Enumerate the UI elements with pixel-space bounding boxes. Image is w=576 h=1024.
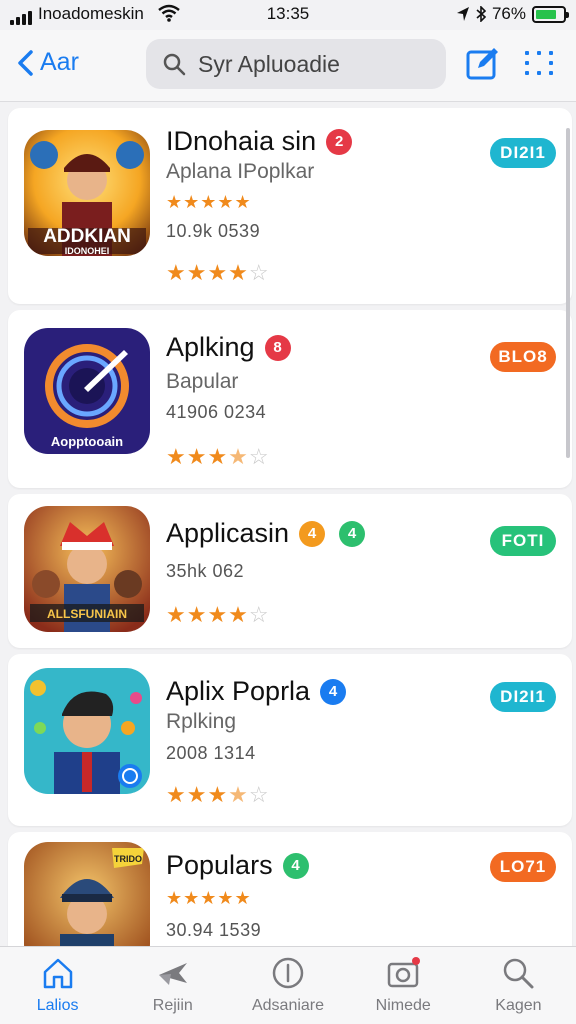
- navigation-bar: Aar Syr Apluoadie: [0, 30, 576, 102]
- tab-rejiin[interactable]: Rejiin: [115, 947, 230, 1024]
- tab-adsaniare[interactable]: Adsaniare: [230, 947, 345, 1024]
- app-icon: ADDKIAN IDONOHEI: [24, 130, 150, 256]
- tab-bar: Lalios Rejiin Adsaniare Nimede Kagen: [0, 946, 576, 1024]
- list-item[interactable]: Aopptooain Aplking 8 Bapular 41906 0234 …: [8, 310, 572, 488]
- tab-label: Kagen: [495, 997, 542, 1014]
- back-label: Aar: [40, 48, 79, 76]
- app-meta: 35hk 062: [166, 561, 245, 581]
- location-icon: [456, 7, 469, 21]
- tab-lalios[interactable]: Lalios: [0, 947, 115, 1024]
- battery-icon: [532, 5, 569, 23]
- get-button[interactable]: LO71: [490, 852, 556, 882]
- featured-stars: ★★★★★: [166, 888, 252, 908]
- search-icon: [163, 53, 186, 76]
- app-name: IDnohaia sin: [166, 126, 317, 156]
- app-title: Aplix Poprla 4: [166, 676, 347, 707]
- search-field[interactable]: Syr Apluoadie: [146, 39, 446, 89]
- status-bar: Inoadomeskin 13:35 76%: [0, 0, 576, 30]
- app-icon: [24, 668, 150, 794]
- grid-menu-icon[interactable]: [522, 46, 556, 80]
- list-item[interactable]: TRIDO Populars 4 ★★★★★ 30.94 1539 LO71: [8, 832, 572, 968]
- app-name: Aplking: [166, 332, 255, 362]
- app-title: Applicasin 4 4: [166, 518, 366, 549]
- app-subtitle: Rplking: [166, 710, 237, 733]
- notification-badge: 4: [299, 520, 326, 547]
- tab-kagen[interactable]: Kagen: [461, 947, 576, 1024]
- notification-badge: 4: [282, 852, 309, 879]
- app-list: ADDKIAN IDONOHEI IDnohaia sin 2 Aplana I…: [8, 108, 572, 968]
- app-icon: ALLSFUNIAIN: [24, 506, 150, 632]
- search-icon: [504, 958, 534, 989]
- featured-stars: ★★★★★: [166, 192, 252, 212]
- list-item[interactable]: Aplix Poprla 4 Rplking 2008 1314 ★★★★☆ D…: [8, 654, 572, 826]
- app-name: Populars: [166, 850, 273, 880]
- camera-icon: [387, 957, 421, 988]
- get-button[interactable]: FOTI: [490, 526, 556, 556]
- app-title: Populars 4: [166, 850, 309, 881]
- get-button[interactable]: BLO8: [490, 342, 556, 372]
- search-placeholder: Syr Apluoadie: [198, 50, 340, 77]
- icon-caption: TRIDO: [114, 854, 142, 864]
- icon-caption: ADDKIAN: [43, 226, 131, 247]
- status-right: 76%: [456, 4, 569, 24]
- icon-caption: Aopptooain: [51, 434, 123, 449]
- app-meta: 30.94 1539: [166, 920, 262, 940]
- home-icon: [43, 958, 72, 989]
- chevron-left-icon: [18, 49, 33, 76]
- app-title: IDnohaia sin 2: [166, 126, 353, 157]
- app-subtitle: Bapular: [166, 370, 239, 393]
- app-meta: 10.9k 0539: [166, 221, 261, 241]
- scrollbar[interactable]: [566, 128, 570, 458]
- bluetooth-icon: [476, 6, 486, 22]
- rating-stars: ★★★★☆: [166, 602, 270, 627]
- tab-label: Rejiin: [152, 997, 193, 1014]
- notification-badge: 4: [339, 520, 366, 547]
- rating-stars: ★★★★☆: [166, 782, 270, 807]
- tab-label: Adsaniare: [251, 997, 325, 1014]
- get-button[interactable]: DI2I1: [490, 682, 556, 712]
- app-icon: Aopptooain: [24, 328, 150, 454]
- rating-stars: ★★★★☆: [166, 444, 270, 469]
- rating-stars: ★★★★☆: [166, 260, 270, 285]
- icon-caption-small: IDONOHEI: [65, 246, 110, 256]
- info-icon: [272, 957, 304, 989]
- app-meta: 41906 0234: [166, 402, 267, 422]
- app-name: Aplix Poprla: [166, 676, 311, 706]
- icon-caption: ALLSFUNIAIN: [47, 607, 127, 621]
- compose-icon[interactable]: [466, 46, 500, 80]
- get-button[interactable]: DI2I1: [490, 138, 556, 168]
- tab-label: Nimede: [375, 997, 431, 1014]
- app-meta: 2008 1314: [166, 743, 256, 763]
- app-title: Aplking 8: [166, 332, 291, 363]
- plane-icon: [158, 963, 187, 985]
- list-item[interactable]: ADDKIAN IDONOHEI IDnohaia sin 2 Aplana I…: [8, 108, 572, 304]
- app-subtitle: Aplana IPoplkar: [166, 160, 315, 183]
- list-item[interactable]: ALLSFUNIAIN Applicasin 4 4 35hk 062 ★★★★…: [8, 494, 572, 648]
- notification-badge: 2: [326, 128, 353, 155]
- app-name: Applicasin: [166, 518, 290, 548]
- battery-percent: 76%: [491, 4, 526, 23]
- back-button[interactable]: Aar: [16, 48, 79, 77]
- notification-badge: 4: [320, 678, 347, 705]
- tab-label: Lalios: [36, 997, 79, 1014]
- tab-nimede[interactable]: Nimede: [346, 947, 461, 1024]
- notification-badge: 8: [264, 334, 291, 361]
